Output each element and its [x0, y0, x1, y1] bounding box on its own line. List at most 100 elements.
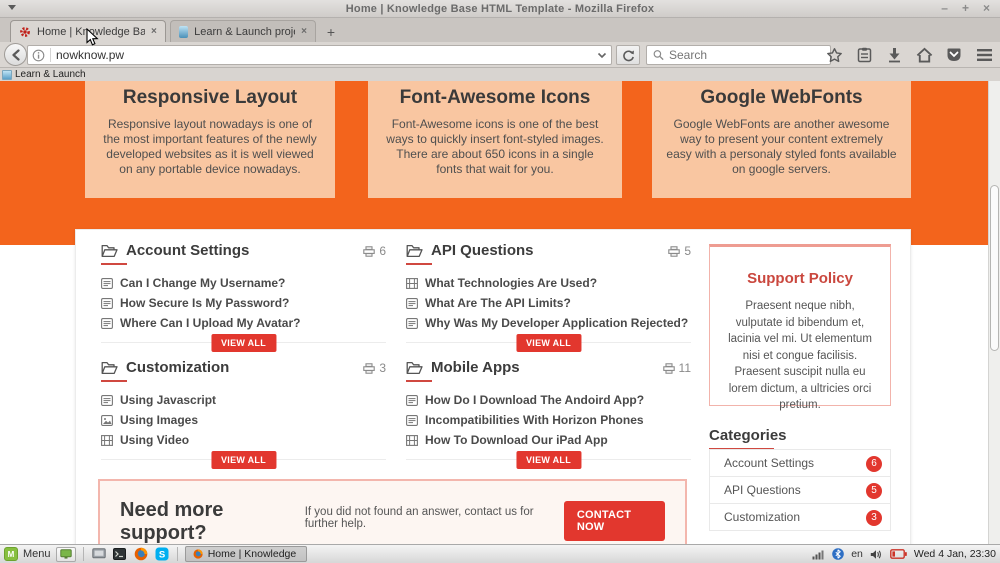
- article-link[interactable]: How To Download Our iPad App: [425, 433, 608, 447]
- section-title-link[interactable]: API Questions: [431, 242, 534, 259]
- contact-now-button[interactable]: CONTACT NOW: [563, 501, 665, 541]
- network-signal-icon[interactable]: [812, 549, 825, 560]
- knowledge-base-favicon: [20, 26, 30, 37]
- reload-icon: [622, 49, 634, 61]
- kb-article-item: Using Javascript: [101, 390, 386, 410]
- kb-section-customization: Customization 3 Using Javascript Using I…: [101, 359, 386, 469]
- folder-open-icon: [406, 361, 423, 380]
- section-title-link[interactable]: Account Settings: [126, 242, 249, 259]
- article-link[interactable]: How Do I Download The Andoird App?: [425, 393, 644, 407]
- view-all-button[interactable]: VIEW ALL: [210, 334, 277, 352]
- kb-article-item: Incompatibilities With Horizon Phones: [406, 410, 691, 430]
- scrollbar-thumb[interactable]: [990, 185, 999, 351]
- view-all-button[interactable]: VIEW ALL: [515, 334, 582, 352]
- feature-title: Responsive Layout: [122, 87, 298, 108]
- terminal-icon: [113, 548, 127, 560]
- category-count-badge: 5: [866, 483, 882, 499]
- file-manager-launcher[interactable]: [91, 546, 107, 562]
- kb-article-item: What Are The API Limits?: [406, 293, 691, 313]
- tab-close-icon[interactable]: ×: [301, 26, 307, 37]
- reading-list-icon[interactable]: [854, 45, 874, 65]
- navigation-toolbar: [0, 42, 1000, 68]
- terminal-launcher[interactable]: [112, 546, 128, 562]
- article-link[interactable]: What Technologies Are Used?: [425, 276, 597, 290]
- search-icon: [653, 50, 664, 61]
- url-bar[interactable]: [27, 45, 612, 65]
- feature-text: Responsive layout nowadays is one of the…: [103, 117, 317, 176]
- volume-icon[interactable]: [870, 549, 883, 560]
- bluetooth-icon[interactable]: [832, 548, 844, 560]
- skype-launcher[interactable]: S: [154, 546, 170, 562]
- task-window-button[interactable]: Home | Knowledge B...: [184, 546, 307, 562]
- mint-menu-button[interactable]: M Menu: [4, 547, 51, 561]
- article-link[interactable]: Using Video: [120, 433, 189, 447]
- folder-open-icon: [101, 361, 118, 380]
- url-input[interactable]: [56, 48, 597, 62]
- bookmark-learn-launch[interactable]: Learn & Launch: [2, 69, 86, 80]
- taskbar: M Menu S Home | Knowledge B... en: [0, 544, 1000, 563]
- category-count-badge: 3: [866, 510, 882, 526]
- tab-learn-launch[interactable]: Learn & Launch project - ... ×: [170, 20, 316, 42]
- category-row-api-questions[interactable]: API Questions 5: [709, 476, 891, 504]
- contact-subtext: If you did not found an answer, contact …: [304, 506, 534, 530]
- image-icon: [101, 414, 113, 426]
- article-icon: [101, 317, 113, 329]
- article-icon: [101, 277, 113, 289]
- category-link[interactable]: Customization: [724, 510, 800, 524]
- bookmark-star-icon[interactable]: [824, 45, 844, 65]
- support-policy-text: Praesent neque nibh, vulputate id bibend…: [728, 300, 872, 411]
- category-row-customization[interactable]: Customization 3: [709, 503, 891, 531]
- article-link[interactable]: Using Images: [120, 413, 198, 427]
- downloads-icon[interactable]: [884, 45, 904, 65]
- page-info-icon[interactable]: [32, 49, 45, 62]
- tab-close-icon[interactable]: ×: [151, 26, 157, 37]
- battery-low-icon[interactable]: [889, 549, 907, 559]
- taskbar-clock[interactable]: Wed 4 Jan, 23:30: [914, 548, 996, 560]
- article-link[interactable]: Why Was My Developer Application Rejecte…: [425, 316, 688, 330]
- article-link[interactable]: Incompatibilities With Horizon Phones: [425, 413, 644, 427]
- article-icon: [101, 394, 113, 406]
- category-row-account-settings[interactable]: Account Settings 6: [709, 449, 891, 477]
- chevron-down-icon[interactable]: [597, 52, 607, 59]
- article-link[interactable]: What Are The API Limits?: [425, 296, 571, 310]
- category-link[interactable]: API Questions: [724, 483, 801, 497]
- kb-article-item: How Do I Download The Andoird App?: [406, 390, 691, 410]
- keyboard-language-indicator[interactable]: en: [851, 548, 863, 560]
- feature-box-responsive-layout: Responsive Layout Responsive layout nowa…: [85, 81, 335, 198]
- feature-box-google-webfonts: Google WebFonts Google WebFonts are anot…: [652, 81, 911, 198]
- new-tab-button[interactable]: +: [322, 24, 340, 40]
- search-bar[interactable]: [646, 45, 831, 65]
- section-title-link[interactable]: Customization: [126, 359, 229, 376]
- folder-open-icon: [101, 244, 118, 263]
- reload-button[interactable]: [616, 45, 640, 65]
- show-desktop-button[interactable]: [55, 546, 76, 562]
- pocket-icon[interactable]: [944, 45, 964, 65]
- categories-widget: Categories Account Settings 6 API Questi…: [709, 427, 891, 531]
- window-titlebar: Home | Knowledge Base HTML Template - Mo…: [0, 0, 1000, 18]
- window-title: Home | Knowledge Base HTML Template - Mo…: [345, 2, 655, 15]
- view-all-button[interactable]: VIEW ALL: [515, 451, 582, 469]
- back-button[interactable]: [4, 43, 27, 66]
- article-link[interactable]: Where Can I Upload My Avatar?: [120, 316, 300, 330]
- maximize-button[interactable]: +: [962, 1, 969, 15]
- minimize-button[interactable]: –: [941, 1, 948, 15]
- firefox-icon: [134, 547, 147, 561]
- page-scrollbar[interactable]: [988, 81, 1000, 544]
- menu-icon[interactable]: [974, 45, 994, 65]
- section-title-link[interactable]: Mobile Apps: [431, 359, 520, 376]
- article-link[interactable]: Can I Change My Username?: [120, 276, 285, 290]
- home-icon[interactable]: [914, 45, 934, 65]
- section-article-count: 5: [668, 244, 691, 258]
- article-link[interactable]: Using Javascript: [120, 393, 216, 407]
- url-divider: [50, 48, 51, 62]
- section-divider: VIEW ALL: [406, 334, 691, 352]
- search-input[interactable]: [669, 48, 824, 62]
- bookmarks-bar: Learn & Launch: [0, 68, 1000, 81]
- firefox-icon: [193, 549, 203, 559]
- firefox-launcher[interactable]: [133, 546, 149, 562]
- article-link[interactable]: How Secure Is My Password?: [120, 296, 289, 310]
- window-menu-icon[interactable]: [8, 5, 16, 10]
- category-link[interactable]: Account Settings: [724, 456, 814, 470]
- close-button[interactable]: ×: [983, 1, 990, 15]
- view-all-button[interactable]: VIEW ALL: [210, 451, 277, 469]
